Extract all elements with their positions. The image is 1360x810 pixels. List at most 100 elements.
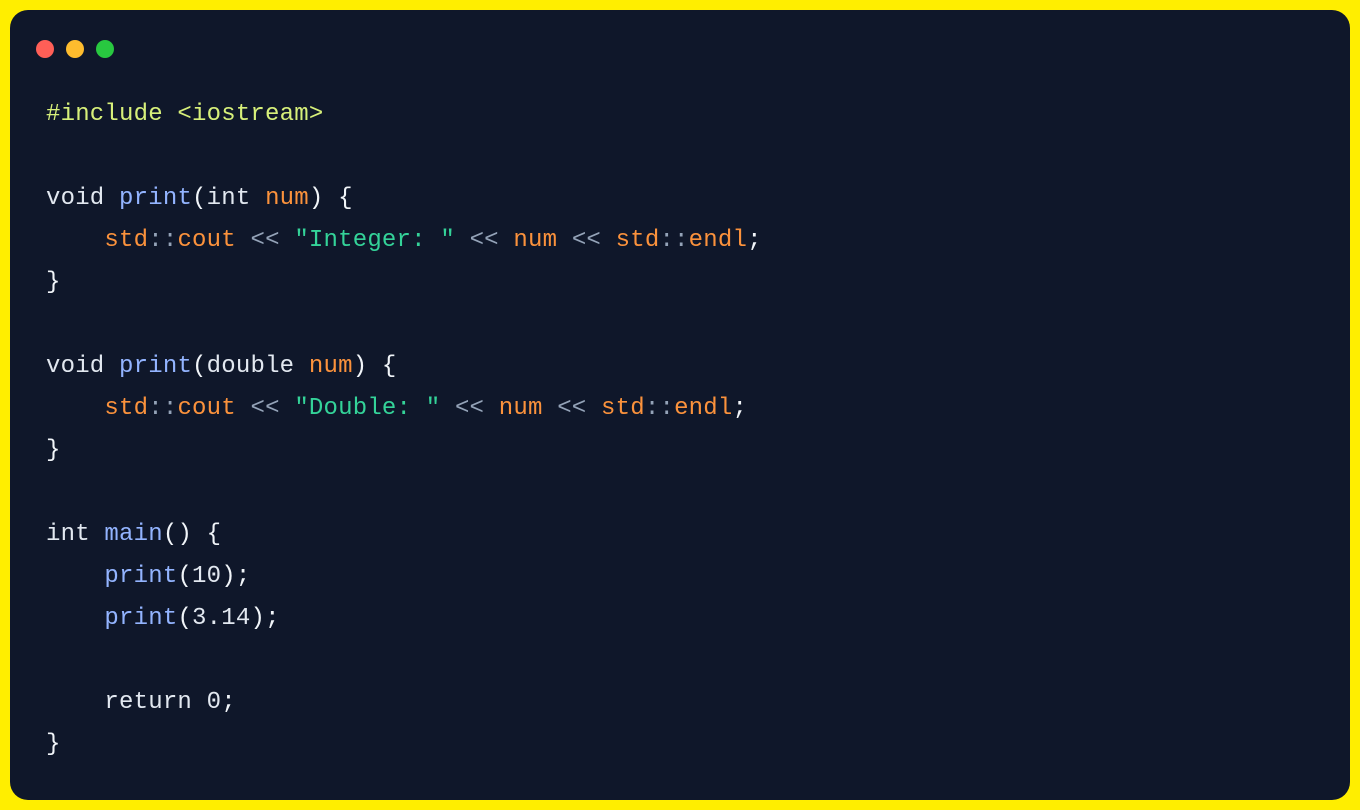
stream-op: << — [470, 227, 499, 254]
number-literal: 3.14 — [192, 605, 250, 632]
type-int: int — [207, 185, 251, 212]
semicolon: ; — [265, 605, 280, 632]
string-literal: "Double: " — [294, 395, 440, 422]
space — [104, 353, 119, 380]
code-line: print(3.14); — [46, 605, 280, 632]
ident-cout: cout — [177, 395, 235, 422]
lparen: ( — [192, 185, 207, 212]
code-line: std::cout << "Integer: " << num << std::… — [46, 227, 762, 254]
stream-op: << — [250, 227, 279, 254]
lbrace: { — [382, 353, 397, 380]
semicolon: ; — [221, 689, 236, 716]
scope-op: :: — [148, 395, 177, 422]
stream-op: << — [250, 395, 279, 422]
keyword-void: void — [46, 353, 104, 380]
space — [280, 395, 295, 422]
call-print: print — [104, 605, 177, 632]
code-line: print(10); — [46, 563, 250, 590]
space — [280, 227, 295, 254]
space — [236, 395, 251, 422]
rbrace: } — [46, 269, 61, 296]
ident-endl: endl — [674, 395, 732, 422]
indent — [46, 227, 104, 254]
indent — [46, 689, 104, 716]
rparen: ) — [221, 563, 236, 590]
rparen: ) — [353, 353, 368, 380]
space — [367, 353, 382, 380]
space — [557, 227, 572, 254]
ident-num: num — [513, 227, 557, 254]
lparen: ( — [163, 521, 178, 548]
preprocessor-directive: #include <iostream> — [46, 101, 323, 128]
window-titlebar — [10, 10, 1350, 66]
indent — [46, 605, 104, 632]
semicolon: ; — [732, 395, 747, 422]
minimize-icon[interactable] — [66, 40, 84, 58]
space — [586, 395, 601, 422]
ident-std: std — [616, 227, 660, 254]
scope-op: :: — [659, 227, 688, 254]
space — [324, 185, 339, 212]
space — [104, 185, 119, 212]
lparen: ( — [177, 605, 192, 632]
param-num: num — [309, 353, 353, 380]
code-window: #include <iostream> void print(int num) … — [10, 10, 1350, 800]
number-literal: 10 — [192, 563, 221, 590]
semicolon: ; — [747, 227, 762, 254]
code-line: } — [46, 731, 61, 758]
lparen: ( — [177, 563, 192, 590]
ident-std: std — [601, 395, 645, 422]
function-name: print — [119, 185, 192, 212]
space — [543, 395, 558, 422]
lparen: ( — [192, 353, 207, 380]
space — [455, 227, 470, 254]
space — [294, 353, 309, 380]
space — [192, 689, 207, 716]
lbrace: { — [207, 521, 222, 548]
code-line: void print(double num) { — [46, 353, 397, 380]
lbrace: { — [338, 185, 353, 212]
function-name: print — [119, 353, 192, 380]
string-literal: "Integer: " — [294, 227, 455, 254]
ident-num: num — [499, 395, 543, 422]
semicolon: ; — [236, 563, 251, 590]
rparen: ) — [250, 605, 265, 632]
code-line: return 0; — [46, 689, 236, 716]
zoom-icon[interactable] — [96, 40, 114, 58]
space — [601, 227, 616, 254]
space — [192, 521, 207, 548]
code-line: } — [46, 269, 61, 296]
call-print: print — [104, 563, 177, 590]
keyword-void: void — [46, 185, 104, 212]
ident-endl: endl — [689, 227, 747, 254]
code-line: int main() { — [46, 521, 221, 548]
code-block: #include <iostream> void print(int num) … — [10, 66, 1350, 786]
space — [499, 227, 514, 254]
rparen: ) — [177, 521, 192, 548]
ident-cout: cout — [177, 227, 235, 254]
code-line: std::cout << "Double: " << num << std::e… — [46, 395, 747, 422]
close-icon[interactable] — [36, 40, 54, 58]
function-name: main — [104, 521, 162, 548]
code-line: void print(int num) { — [46, 185, 353, 212]
rbrace: } — [46, 731, 61, 758]
stream-op: << — [557, 395, 586, 422]
indent — [46, 395, 104, 422]
type-double: double — [207, 353, 295, 380]
rbrace: } — [46, 437, 61, 464]
code-line: } — [46, 437, 61, 464]
keyword-return: return — [104, 689, 192, 716]
rparen: ) — [309, 185, 324, 212]
ident-std: std — [104, 395, 148, 422]
param-num: num — [265, 185, 309, 212]
space — [90, 521, 105, 548]
stream-op: << — [455, 395, 484, 422]
type-int: int — [46, 521, 90, 548]
stream-op: << — [572, 227, 601, 254]
ident-std: std — [104, 227, 148, 254]
space — [250, 185, 265, 212]
space — [484, 395, 499, 422]
space — [440, 395, 455, 422]
code-line: #include <iostream> — [46, 101, 323, 128]
scope-op: :: — [645, 395, 674, 422]
